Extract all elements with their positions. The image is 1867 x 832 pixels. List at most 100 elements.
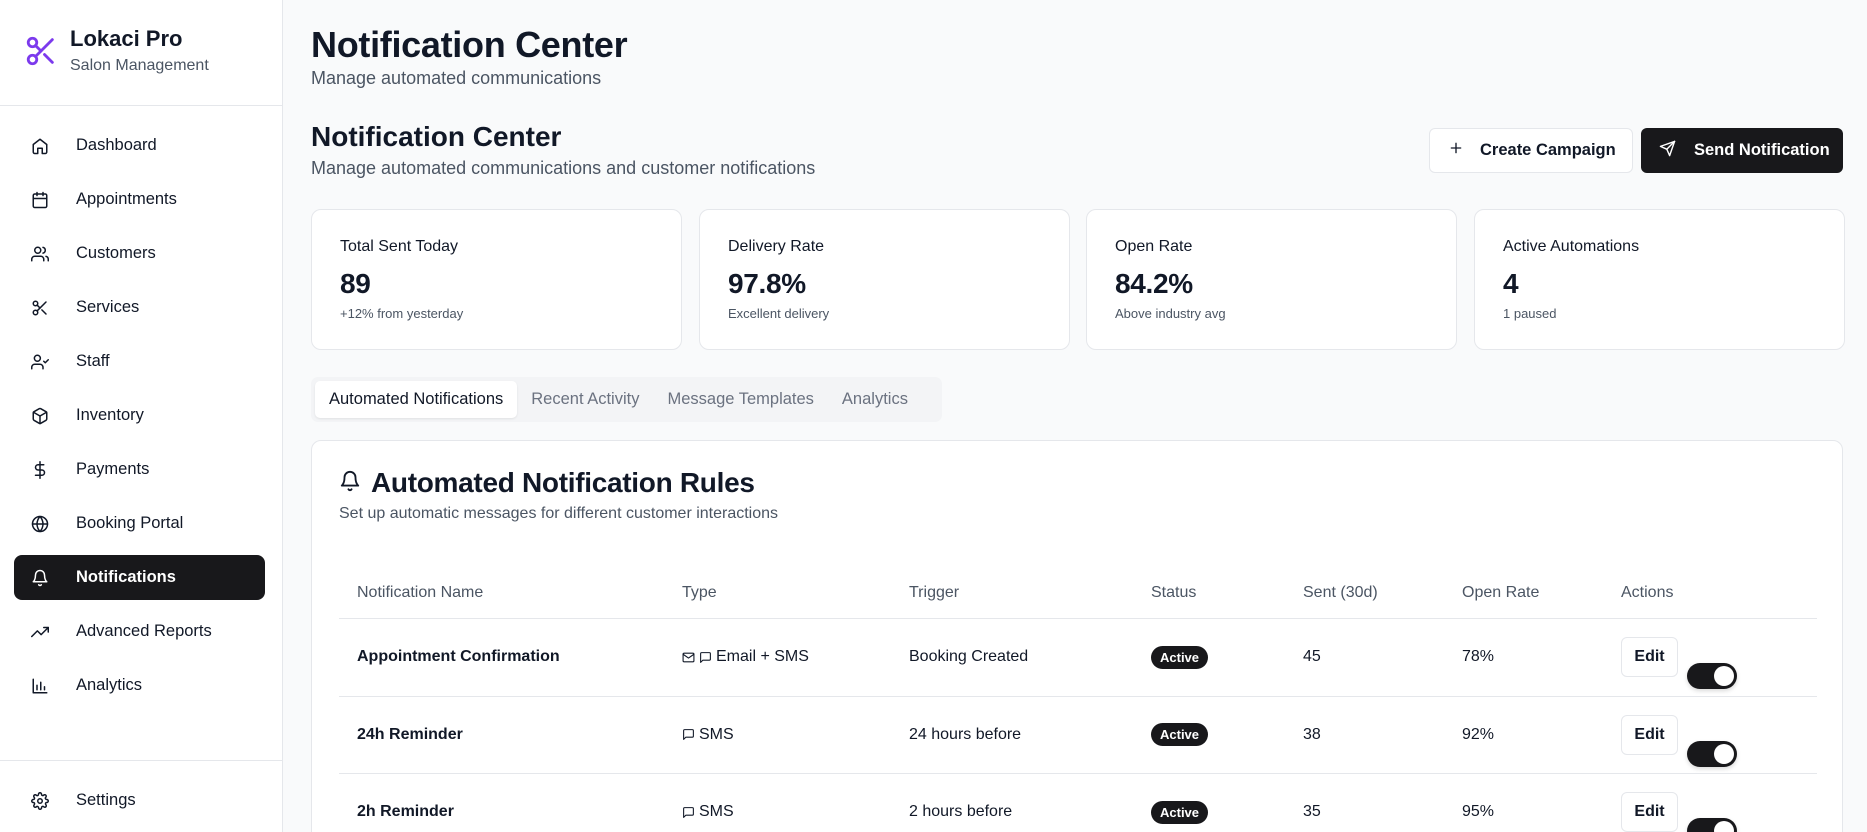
sidebar-item-label: Inventory xyxy=(76,406,144,424)
bell-icon xyxy=(30,568,50,588)
table-row: 2h Reminder SMS 2 hours before Active 35… xyxy=(339,774,1817,832)
sidebar-item-dashboard[interactable]: Dashboard xyxy=(14,123,265,168)
notification-type: SMS xyxy=(682,726,734,744)
notification-name: Appointment Confirmation xyxy=(357,648,560,666)
rules-subtitle: Set up automatic messages for different … xyxy=(339,505,779,522)
sidebar-item-label: Advanced Reports xyxy=(76,622,212,640)
sidebar-item-notifications[interactable]: Notifications xyxy=(14,555,265,600)
type-label: SMS xyxy=(699,725,734,743)
tab-analytics[interactable]: Analytics xyxy=(828,381,922,418)
column-header: Notification Name xyxy=(357,583,484,601)
create-campaign-label: Create Campaign xyxy=(1480,141,1616,159)
sidebar-item-booking-portal[interactable]: Booking Portal xyxy=(14,501,265,546)
brand-title: Lokaci Pro xyxy=(70,26,183,51)
page-title: Notification Center xyxy=(311,24,628,65)
message-icon xyxy=(700,651,711,663)
open-rate: 78% xyxy=(1462,648,1495,666)
sidebar-item-appointments[interactable]: Appointments xyxy=(14,177,265,222)
enable-toggle[interactable] xyxy=(1687,663,1737,690)
sent-count: 45 xyxy=(1303,648,1321,666)
message-icon xyxy=(683,729,694,741)
stat-card-active-automations: Active Automations 4 1 paused xyxy=(1474,209,1845,350)
tab-message-templates[interactable]: Message Templates xyxy=(653,381,827,418)
section-title: Notification Center xyxy=(311,121,562,152)
stat-card-delivery-rate: Delivery Rate 97.8% Excellent delivery xyxy=(699,209,1070,350)
bell-icon xyxy=(339,470,361,497)
sidebar-item-payments[interactable]: Payments xyxy=(14,447,265,492)
scissors-logo-icon xyxy=(26,36,54,66)
users-icon xyxy=(30,244,50,264)
sidebar-item-settings[interactable]: Settings xyxy=(14,778,265,823)
send-notification-button[interactable]: Send Notification xyxy=(1641,128,1843,173)
gear-icon xyxy=(30,791,50,811)
stat-label: Active Automations xyxy=(1503,238,1640,255)
globe-icon xyxy=(30,514,50,534)
scissors-icon xyxy=(30,298,50,318)
sidebar-item-label: Appointments xyxy=(76,190,177,208)
sidebar-item-staff[interactable]: Staff xyxy=(14,339,265,384)
plus-icon xyxy=(1448,140,1464,161)
mail-icon xyxy=(682,652,695,663)
sidebar-item-label: Services xyxy=(76,298,140,316)
dollar-icon xyxy=(30,460,50,480)
enable-toggle[interactable] xyxy=(1687,818,1737,832)
main-content: Notification Center Manage automated com… xyxy=(283,0,1867,832)
stat-note: 1 paused xyxy=(1503,306,1557,321)
sent-count: 35 xyxy=(1303,803,1321,821)
edit-button[interactable]: Edit xyxy=(1621,637,1678,678)
rules-table: Notification Name Type Trigger Status Se… xyxy=(339,567,1817,832)
stat-label: Delivery Rate xyxy=(728,238,825,255)
sidebar-item-analytics[interactable]: Analytics xyxy=(14,663,265,708)
stat-label: Open Rate xyxy=(1115,238,1193,255)
sidebar-item-label: Dashboard xyxy=(76,136,157,154)
rules-card: Automated Notification Rules Set up auto… xyxy=(311,440,1843,832)
edit-button[interactable]: Edit xyxy=(1621,792,1678,832)
notification-type: Email + SMS xyxy=(682,648,809,666)
sidebar-item-label: Settings xyxy=(76,791,136,809)
stat-card-open-rate: Open Rate 84.2% Above industry avg xyxy=(1086,209,1457,350)
sidebar-item-services[interactable]: Services xyxy=(14,285,265,330)
sidebar-item-label: Payments xyxy=(76,460,150,478)
calendar-icon xyxy=(30,190,50,210)
enable-toggle[interactable] xyxy=(1687,740,1737,767)
sidebar-item-label: Notifications xyxy=(76,568,176,586)
edit-button[interactable]: Edit xyxy=(1621,714,1678,755)
send-icon xyxy=(1659,140,1676,162)
tab-recent-activity[interactable]: Recent Activity xyxy=(517,381,653,418)
table-row: 24h Reminder SMS 24 hours before Active … xyxy=(339,697,1817,774)
tab-automated-notifications[interactable]: Automated Notifications xyxy=(315,381,518,418)
bar-chart-icon xyxy=(30,676,50,696)
brand: Lokaci Pro Salon Management xyxy=(0,0,282,106)
sidebar-item-customers[interactable]: Customers xyxy=(14,231,265,276)
section-subtitle: Manage automated communications and cust… xyxy=(311,158,816,178)
send-notification-label: Send Notification xyxy=(1694,141,1830,159)
trending-up-icon xyxy=(30,622,50,642)
column-header: Open Rate xyxy=(1462,583,1540,601)
column-header: Actions xyxy=(1621,583,1674,601)
user-check-icon xyxy=(30,352,50,372)
status-badge: Active xyxy=(1151,645,1209,669)
status-badge: Active xyxy=(1151,800,1209,824)
trigger: Booking Created xyxy=(909,648,1029,666)
trigger: 2 hours before xyxy=(909,803,1013,821)
create-campaign-button[interactable]: Create Campaign xyxy=(1429,128,1633,173)
home-icon xyxy=(30,136,50,156)
sidebar-item-advanced-reports[interactable]: Advanced Reports xyxy=(14,609,265,654)
stat-value: 97.8% xyxy=(728,268,806,299)
stat-note: Excellent delivery xyxy=(728,306,830,321)
stat-label: Total Sent Today xyxy=(340,238,459,255)
table-header: Notification Name Type Trigger Status Se… xyxy=(339,567,1817,619)
tab-list: Automated Notifications Recent Activity … xyxy=(311,377,942,422)
sidebar-item-label: Analytics xyxy=(76,676,143,694)
column-header: Trigger xyxy=(909,583,960,601)
table-row: Appointment Confirmation Email + SMS Boo… xyxy=(339,619,1817,697)
trigger: 24 hours before xyxy=(909,725,1022,743)
stat-card-total-sent: Total Sent Today 89 +12% from yesterday xyxy=(311,209,682,350)
status-badge: Active xyxy=(1151,723,1209,747)
type-label: Email + SMS xyxy=(716,648,809,666)
sidebar-divider xyxy=(0,760,283,761)
sidebar-item-inventory[interactable]: Inventory xyxy=(14,393,265,438)
column-header: Type xyxy=(682,583,717,601)
message-icon xyxy=(683,806,694,818)
column-header: Sent (30d) xyxy=(1303,583,1378,601)
